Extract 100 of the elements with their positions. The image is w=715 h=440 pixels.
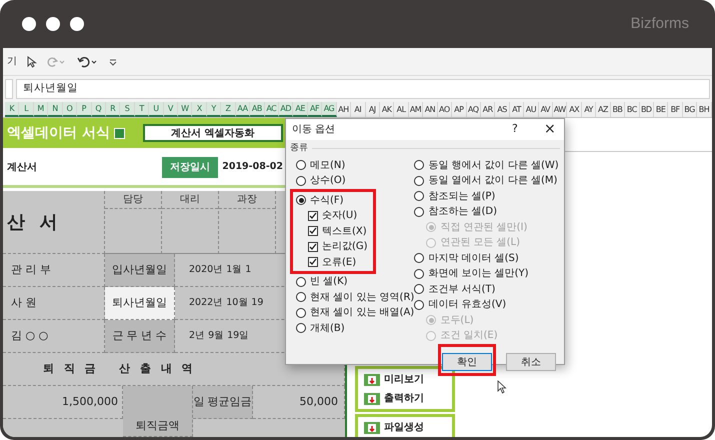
dialog-button[interactable]: 취소 xyxy=(506,353,556,371)
radio-label: 마지막 데이터 셀(S) xyxy=(428,252,519,266)
column-header[interactable]: AK xyxy=(380,102,394,117)
column-header[interactable]: AH xyxy=(336,102,352,117)
column-header[interactable]: Z xyxy=(221,102,236,117)
radio-button[interactable] xyxy=(296,160,306,170)
column-header[interactable]: X xyxy=(192,102,207,117)
column-header[interactable]: AY xyxy=(582,102,596,117)
customize-icon[interactable] xyxy=(109,58,117,66)
document-icon xyxy=(364,392,380,404)
radio-button[interactable] xyxy=(296,308,306,318)
checkbox-label: 오류(E) xyxy=(322,256,356,270)
radio-label: 개체(B) xyxy=(310,322,345,336)
document-icon xyxy=(364,422,380,434)
undo-icon[interactable] xyxy=(77,56,99,68)
document-name: 계산서 xyxy=(6,161,38,175)
column-header[interactable]: AC xyxy=(264,102,280,117)
column-header[interactable]: AV xyxy=(538,102,554,117)
column-header[interactable]: AI xyxy=(351,102,366,117)
radio-button[interactable] xyxy=(414,268,424,279)
approval-header: 담당 xyxy=(105,191,161,209)
radio-label: 참조되는 셀(P) xyxy=(428,190,496,204)
radio-button[interactable] xyxy=(414,300,424,310)
radio-label: 상수(O) xyxy=(310,174,346,188)
column-header[interactable]: AG xyxy=(322,102,337,117)
radio-label: 메모(N) xyxy=(310,158,346,173)
radio-button[interactable] xyxy=(414,191,424,202)
column-header[interactable]: P xyxy=(77,102,92,117)
column-header[interactable]: BC xyxy=(625,102,640,117)
column-header[interactable]: R xyxy=(106,102,120,117)
radio-button[interactable] xyxy=(414,253,424,264)
label-cell[interactable]: 퇴사년월일 xyxy=(105,287,175,320)
column-header[interactable]: AX xyxy=(567,102,582,117)
column-header[interactable]: AQ xyxy=(466,102,481,117)
column-header[interactable]: T xyxy=(134,102,150,117)
checkbox[interactable] xyxy=(308,257,318,268)
checkbox[interactable] xyxy=(308,242,318,252)
banner-title: 엑셀데이터 서식 xyxy=(7,124,110,142)
radio-label: 데이터 유효성(V) xyxy=(428,298,506,312)
radio-button[interactable] xyxy=(414,176,424,186)
help-button[interactable]: ? xyxy=(512,121,526,138)
menu-item[interactable]: 미리보기 xyxy=(364,372,452,387)
column-header[interactable]: AP xyxy=(452,102,466,117)
column-header[interactable]: AT xyxy=(510,102,524,117)
column-header[interactable]: S xyxy=(120,102,135,117)
column-header[interactable]: L xyxy=(19,102,34,117)
close-button[interactable]: × xyxy=(544,119,558,140)
checkbox[interactable] xyxy=(308,210,318,221)
radio-button[interactable] xyxy=(296,276,306,287)
column-header[interactable]: BE xyxy=(654,102,668,117)
approval-header: 과장 xyxy=(219,191,275,209)
column-header[interactable]: BF xyxy=(668,102,683,117)
column-header[interactable]: AS xyxy=(495,102,510,117)
label-cell[interactable]: 입사년월일 xyxy=(105,254,175,287)
column-header[interactable]: AO xyxy=(438,102,452,117)
column-header[interactable]: W xyxy=(178,102,192,117)
radio-button[interactable] xyxy=(296,323,306,334)
radio-button[interactable] xyxy=(296,176,306,186)
group-label: 종류 xyxy=(290,142,308,155)
column-header[interactable]: AE xyxy=(293,102,308,117)
menu-item[interactable]: 출력하기 xyxy=(364,391,452,406)
radio-button[interactable] xyxy=(414,160,424,170)
column-header[interactable]: BG xyxy=(682,102,698,117)
radio-button[interactable] xyxy=(296,195,306,206)
column-header[interactable]: V xyxy=(164,102,178,117)
save-date: 2019-08-02 xyxy=(221,160,283,174)
column-header[interactable]: BB xyxy=(610,102,626,117)
label-cell[interactable]: 근 무 년 수 xyxy=(105,320,175,353)
column-header[interactable]: Y xyxy=(206,102,222,117)
radio-button[interactable] xyxy=(296,292,306,302)
column-header[interactable]: K xyxy=(5,102,20,117)
dialog-button[interactable]: 확인 xyxy=(442,353,492,371)
column-header[interactable]: U xyxy=(149,102,164,117)
radio-button[interactable] xyxy=(414,284,424,294)
column-header[interactable]: AU xyxy=(524,102,539,117)
radio-label: 현재 셀이 있는 영역(R) xyxy=(310,290,414,305)
column-header[interactable]: AN xyxy=(423,102,438,117)
column-header[interactable]: AA xyxy=(236,102,250,117)
column-header[interactable]: AZ xyxy=(596,102,611,117)
radio-button[interactable] xyxy=(414,206,424,217)
column-header[interactable]: AW xyxy=(553,102,568,117)
column-header[interactable]: AD xyxy=(279,102,294,117)
column-header[interactable]: AL xyxy=(394,102,409,117)
checkbox[interactable] xyxy=(308,226,318,236)
column-header[interactable]: O xyxy=(62,102,78,117)
menu-item[interactable]: 파일생성 xyxy=(364,420,452,435)
column-header[interactable]: Q xyxy=(92,102,106,117)
column-header[interactable]: AR xyxy=(480,102,496,117)
column-header[interactable]: AB xyxy=(250,102,265,117)
column-header[interactable]: AM xyxy=(408,102,424,117)
formula-field[interactable]: 퇴사년월일 xyxy=(16,79,710,99)
column-header[interactable]: AF xyxy=(308,102,322,117)
column-header[interactable]: M xyxy=(34,102,48,117)
column-header[interactable]: N xyxy=(48,102,63,117)
radio-label: 빈 셀(K) xyxy=(310,275,348,290)
table-cell-text: 2020년 1월 1 xyxy=(189,262,252,277)
column-header[interactable]: AJ xyxy=(366,102,380,117)
pointer-icon[interactable] xyxy=(27,56,37,68)
column-header[interactable]: BH xyxy=(697,102,712,117)
column-header[interactable]: BD xyxy=(640,102,654,117)
